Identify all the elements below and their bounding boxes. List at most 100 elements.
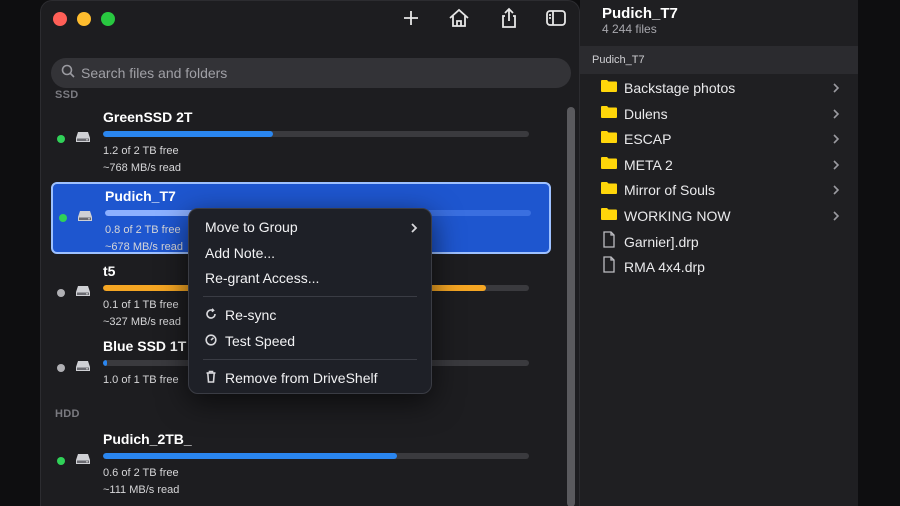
usage-bar	[103, 131, 529, 137]
share-button[interactable]	[496, 7, 522, 33]
drive-free-space: 0.1 of 1 TB free	[103, 299, 179, 311]
status-dot	[57, 135, 65, 143]
menu-item-move-to-group[interactable]: Move to Group	[205, 219, 419, 235]
path-label: Pudich_T7	[592, 54, 645, 66]
close-window-button[interactable]	[53, 12, 67, 26]
file-row[interactable]: RMA 4x4.drp	[600, 256, 840, 278]
document-icon	[600, 230, 618, 253]
drive-read-speed: ~111 MB/s read	[103, 484, 180, 496]
drive-icon	[75, 452, 91, 471]
drive-free-space: 1.0 of 1 TB free	[103, 374, 179, 386]
drive-free-space: 1.2 of 2 TB free	[103, 145, 179, 157]
menu-separator	[203, 296, 417, 297]
vertical-scrollbar[interactable]	[567, 107, 575, 506]
drive-free-space: 0.6 of 2 TB free	[103, 467, 179, 479]
folder-row[interactable]: Mirror of Souls	[600, 180, 840, 200]
menu-item-remove[interactable]: Remove from DriveShelf	[205, 370, 378, 386]
folder-row[interactable]: Backstage photos	[600, 78, 840, 98]
section-label-ssd: SSD	[55, 89, 79, 101]
file-row[interactable]: Garnier].drp	[600, 230, 840, 253]
item-name: META 2	[624, 156, 673, 173]
context-menu: Move to Group Add Note... Re-grant Acces…	[188, 208, 432, 394]
detail-title: Pudich_T7	[602, 5, 678, 22]
status-dot	[57, 289, 65, 297]
plus-icon	[402, 9, 420, 32]
chevron-right-icon	[832, 107, 840, 125]
toggle-sidebar-button[interactable]	[543, 7, 569, 33]
item-name: Mirror of Souls	[624, 182, 716, 199]
folder-icon	[600, 180, 618, 200]
drive-read-speed: ~678 MB/s read	[105, 241, 183, 253]
folder-icon	[600, 104, 618, 124]
drive-row[interactable]: GreenSSD 2T 1.2 of 2 TB free ~768 MB/s r…	[51, 105, 551, 177]
folder-icon	[600, 206, 618, 226]
chevron-right-icon	[832, 183, 840, 201]
menu-item-label: Re-sync	[225, 307, 277, 323]
drive-row[interactable]: Pudich_2TB_ 0.6 of 2 TB free ~111 MB/s r…	[51, 427, 551, 499]
drive-name: Pudich_T7	[105, 188, 176, 204]
section-label-hdd: HDD	[55, 408, 80, 420]
share-icon	[499, 7, 519, 34]
status-dot	[57, 457, 65, 465]
chevron-right-icon	[409, 221, 419, 237]
menu-item-resync[interactable]: Re-sync	[205, 307, 276, 323]
menu-item-label: Re-grant Access...	[205, 270, 320, 286]
status-dot	[59, 214, 67, 222]
item-name: Garnier].drp	[624, 233, 699, 250]
usage-bar-fill	[103, 131, 274, 137]
item-name: WORKING NOW	[624, 208, 731, 224]
menu-item-label: Remove from DriveShelf	[225, 370, 378, 386]
folder-row[interactable]: ESCAP	[600, 129, 840, 149]
menu-item-label: Move to Group	[205, 219, 298, 235]
background	[858, 0, 900, 506]
drive-name: Pudich_2TB_	[103, 431, 192, 447]
path-bar: Pudich_T7	[580, 46, 858, 74]
menu-separator	[203, 359, 417, 360]
drive-read-speed: ~768 MB/s read	[103, 162, 181, 174]
folder-row[interactable]: WORKING NOW	[600, 206, 840, 226]
menu-item-test-speed[interactable]: Test Speed	[205, 333, 295, 349]
search-icon	[61, 64, 75, 83]
add-button[interactable]	[398, 7, 424, 33]
usage-bar-fill	[103, 360, 108, 366]
chevron-right-icon	[832, 158, 840, 176]
menu-item-regrant-access[interactable]: Re-grant Access...	[205, 270, 319, 286]
search-input[interactable]	[81, 65, 481, 81]
menu-item-add-note[interactable]: Add Note...	[205, 245, 275, 261]
drive-name: t5	[103, 263, 116, 279]
folder-row[interactable]: Dulens	[600, 104, 840, 124]
menu-item-label: Test Speed	[225, 333, 296, 349]
folder-row[interactable]: META 2	[600, 155, 840, 175]
gauge-icon	[205, 333, 217, 349]
item-name: Dulens	[624, 105, 668, 122]
drive-icon	[75, 130, 91, 149]
drive-name: GreenSSD 2T	[103, 109, 193, 125]
refresh-icon	[205, 307, 217, 323]
detail-file-count: 4 244 files	[602, 22, 657, 36]
trash-icon	[205, 370, 217, 386]
chevron-right-icon	[832, 209, 840, 227]
folder-icon	[600, 155, 618, 175]
minimize-window-button[interactable]	[77, 12, 91, 26]
usage-bar-fill	[103, 453, 397, 459]
search-field[interactable]	[51, 58, 571, 88]
drive-name: Blue SSD 1T	[103, 338, 187, 354]
detail-panel: Pudich_T7 4 244 files Pudich_T7 Backstag…	[580, 0, 858, 506]
home-icon	[448, 8, 470, 33]
usage-bar	[103, 453, 529, 459]
drive-free-space: 0.8 of 2 TB free	[105, 224, 181, 236]
item-name: Backstage photos	[624, 80, 736, 96]
drive-read-speed: ~327 MB/s read	[103, 316, 181, 328]
sidebar-icon	[545, 9, 567, 32]
drive-icon	[77, 209, 93, 228]
menu-item-label: Add Note...	[205, 245, 276, 261]
folder-icon	[600, 129, 618, 149]
home-button[interactable]	[446, 7, 472, 33]
drive-icon	[75, 284, 91, 303]
item-name: ESCAP	[624, 131, 672, 148]
desktop: SSD GreenSSD 2T 1.2 of 2 TB free ~768 MB…	[0, 0, 900, 506]
item-name: RMA 4x4.drp	[624, 259, 705, 276]
document-icon	[600, 256, 618, 278]
zoom-window-button[interactable]	[101, 12, 115, 26]
chevron-right-icon	[832, 132, 840, 150]
